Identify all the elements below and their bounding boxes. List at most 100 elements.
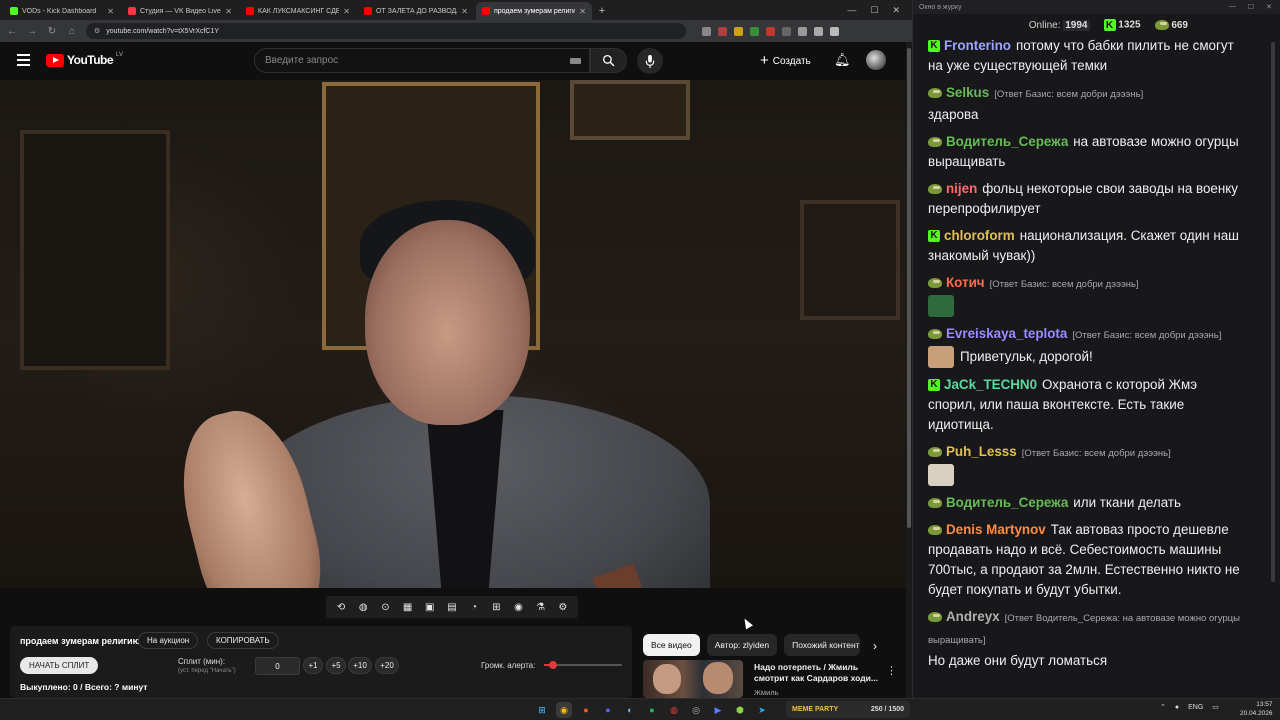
app-icon[interactable]: ⬢ [732,702,748,718]
forward-icon[interactable]: → [26,26,38,37]
voice-search-button[interactable] [637,48,663,74]
close-window-icon[interactable]: ✕ [892,5,900,16]
telegram-icon[interactable]: ➤ [754,702,770,718]
clip-icon[interactable]: ▤ [446,601,458,613]
steam-icon[interactable]: ◐ [622,702,638,718]
alert-volume-slider[interactable] [544,661,622,669]
minimize-icon[interactable]: — [1229,3,1236,11]
chat-username[interactable]: JaCk_TECHN0 [944,377,1037,392]
network-icon[interactable]: ▭ [1212,703,1219,711]
add-10-button[interactable]: +10 [348,657,372,674]
more-options-icon[interactable]: ⋮ [886,664,897,677]
new-tab-button[interactable]: + [594,2,610,20]
extension-icon[interactable] [702,26,711,36]
copy-button[interactable]: КОПИРОВАТЬ [207,632,279,649]
close-tab-icon[interactable]: ✕ [343,7,350,16]
recommended-author[interactable]: Жмиль [754,688,779,697]
back-icon[interactable]: ← [6,26,18,37]
extension-icon[interactable] [734,26,743,36]
close-tab-icon[interactable]: ✕ [579,7,586,16]
app-icon[interactable]: ◍ [666,702,682,718]
maximize-icon[interactable]: ☐ [870,5,878,16]
maximize-icon[interactable]: ☐ [1248,3,1254,11]
chat-username[interactable]: chloroform [944,228,1015,243]
url-field[interactable]: ⚙ youtube.com/watch?v=tX5VrXcfC1Y [86,23,686,39]
chat-scrollbar[interactable] [1271,36,1277,691]
browser-tab-active[interactable]: продаем зумерам религи ✕ [476,2,592,20]
chip-all-videos[interactable]: Все видео [643,634,700,656]
clock[interactable]: 13:57 20.04.2026 [1240,701,1273,718]
minimize-icon[interactable]: — [847,5,856,15]
tray-chevron-icon[interactable]: ⌃ [1160,703,1166,711]
scrollbar-thumb[interactable] [1271,42,1275,582]
auction-button[interactable]: На аукцион [138,632,199,649]
add-clip-icon[interactable]: ⊞ [490,601,502,613]
start-split-button[interactable]: НАЧАТЬ СПЛИТ [20,657,99,674]
chip-related[interactable]: Похожий контент [784,634,861,656]
chat-username[interactable]: Водитель_Сережа [946,495,1068,510]
site-info-icon[interactable]: ⚙ [94,27,100,35]
chat-username[interactable]: nijen [946,181,977,196]
search-button[interactable] [590,48,627,73]
split-minutes-input[interactable]: 0 [255,657,300,675]
puzzle-icon[interactable] [814,26,823,36]
video-thumbnail[interactable] [643,660,743,698]
settings-gear-icon[interactable]: ⚙ [557,601,569,613]
chat-username[interactable]: Andreyx [946,609,1000,624]
download-icon[interactable] [830,26,839,36]
chat-username[interactable]: Котич [946,275,985,290]
browser-tab[interactable]: VODs - Kick Dashboard ✕ [4,2,120,20]
home-icon[interactable]: ⌂ [66,26,78,37]
discord-icon[interactable]: ● [600,702,616,718]
keyboard-icon[interactable] [570,58,581,64]
chevron-right-icon[interactable]: › [873,639,877,653]
start-windows-icon[interactable]: ⊞ [534,702,550,718]
audio-icon[interactable]: ◍ [357,601,369,613]
close-window-icon[interactable]: ✕ [1266,3,1272,11]
recommended-video[interactable]: Надо потерпеть / Жмиль смотрит как Сарда… [643,660,903,698]
extension-icon[interactable] [766,26,775,36]
browser-tab[interactable]: ОТ ЗАЛЕТА ДО РАЗВОДА: по ✕ [358,2,474,20]
mic-tray-icon[interactable]: ● [1175,704,1179,711]
loop-icon[interactable]: ⟲ [335,601,347,613]
close-tab-icon[interactable]: ✕ [461,7,468,16]
screenshot-icon[interactable]: ◉ [512,601,524,613]
add-20-button[interactable]: +20 [375,657,399,674]
speed-icon[interactable]: ◔ [468,601,480,613]
create-button[interactable]: + Создать [760,51,811,71]
chat-username[interactable]: Denis Martynov [946,522,1046,537]
youtube-logo[interactable]: YouTube LV [46,52,123,67]
reload-icon[interactable]: ↻ [46,26,58,37]
record-icon[interactable]: ⊙ [379,601,391,613]
recommended-title[interactable]: Надо потерпеть / Жмиль смотрит как Сарда… [754,662,879,684]
film-icon[interactable]: ▦ [402,601,414,613]
chat-username[interactable]: Водитель_Сережа [946,134,1068,149]
app-icon[interactable]: ◎ [688,702,704,718]
slider-knob[interactable] [549,661,558,669]
app-icon[interactable]: ● [578,702,594,718]
add-1-button[interactable]: +1 [303,657,323,674]
add-5-button[interactable]: +5 [326,657,346,674]
chat-username[interactable]: Puh_Lesss [946,444,1017,459]
picture-in-picture-icon[interactable]: ▣ [424,601,436,613]
extension-icon[interactable] [718,26,727,36]
extension-icon[interactable] [798,26,807,36]
meme-party-widget[interactable]: MEME PARTY 250 / 1500 [786,701,910,718]
extension-icon[interactable] [782,26,791,36]
browser-tab[interactable]: Студия — VK Видео Live ✕ [122,2,238,20]
flask-icon[interactable]: ⚗ [535,601,547,613]
language-indicator[interactable]: ENG [1188,704,1203,711]
chat-username[interactable]: Selkus [946,85,989,100]
extension-icon[interactable] [750,26,759,36]
menu-icon[interactable] [17,54,30,66]
chip-author[interactable]: Автор: zlyiden [706,634,778,656]
app-icon[interactable]: ▶ [710,702,726,718]
chat-username[interactable]: Evreiskaya_teplota [946,326,1067,341]
browser-tab[interactable]: КАК ЛУКСМАКСИНГ СДЕЛАЛ ✕ [240,2,356,20]
chat-username[interactable]: Fronterino [944,38,1011,53]
spotify-icon[interactable]: ● [644,702,660,718]
chrome-icon[interactable]: ◉ [556,702,572,718]
account-avatar[interactable] [866,50,886,70]
close-tab-icon[interactable]: ✕ [225,7,232,16]
scrollbar-thumb[interactable] [907,48,911,528]
